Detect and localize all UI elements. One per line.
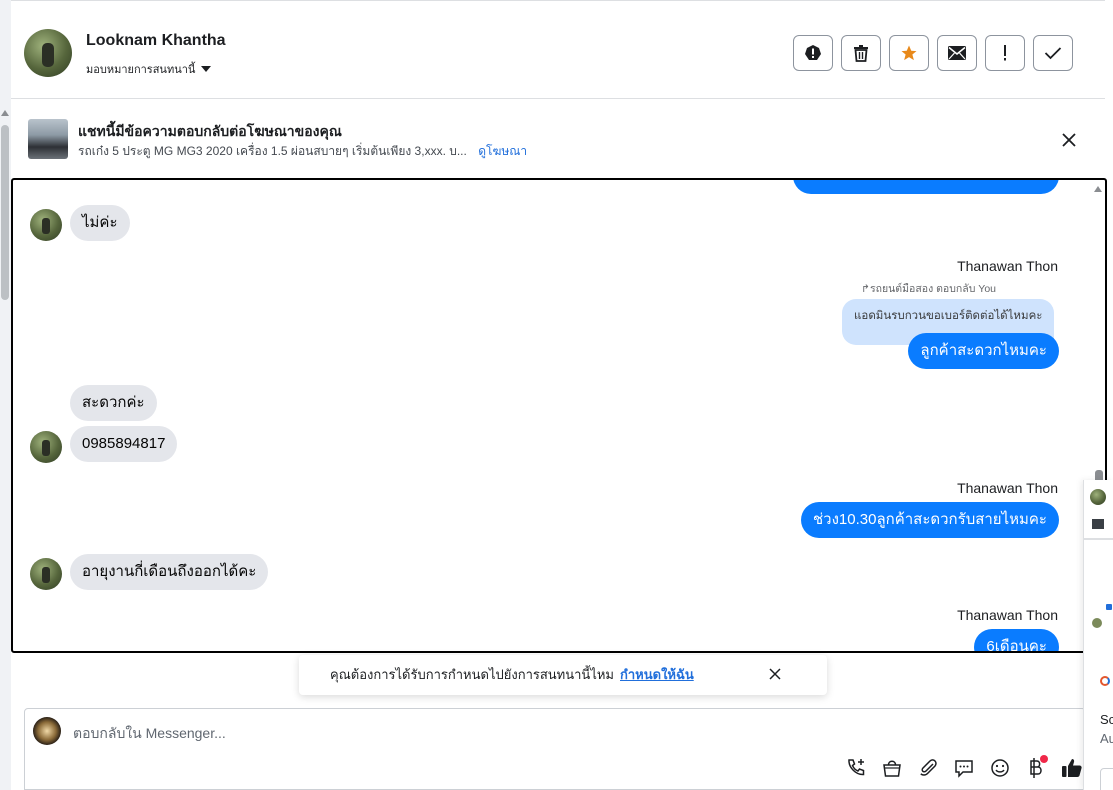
reply-context: ↱รถยนต์มือสอง ตอบกลับ You (861, 280, 996, 297)
message-bubble-outgoing[interactable]: 6เดือนคะ (974, 629, 1059, 651)
contact-avatar-small (30, 209, 62, 241)
payment-button[interactable] (1023, 755, 1049, 781)
message-bubble-incoming[interactable]: 0985894817 (70, 426, 178, 462)
exclamation-icon (1004, 45, 1006, 61)
side-panel-clipped: Sc Au (1083, 480, 1113, 790)
mark-done-button[interactable] (1033, 35, 1073, 71)
paperclip-icon (920, 759, 937, 776)
view-ad-link[interactable]: ดูโฆษณา (478, 144, 527, 158)
attach-button[interactable] (915, 755, 941, 781)
reply-arrow-icon: ↱ (861, 283, 870, 295)
side-panel-avatar[interactable] (1090, 489, 1106, 505)
like-button[interactable] (1059, 755, 1085, 781)
contact-avatar-small (30, 558, 62, 590)
assign-prompt-toast: คุณต้องการได้รับการกำหนดไปยังการสนทนานี้… (299, 655, 827, 695)
emoji-button[interactable] (987, 755, 1013, 781)
close-icon[interactable] (1060, 131, 1078, 149)
message-bubble-incoming[interactable]: ไม่ค่ะ (70, 205, 130, 241)
sender-name: Thanawan Thon (957, 480, 1058, 496)
message-thread[interactable]: ไม่ค่ะ Thanawan Thon ↱รถยนต์มือสอง ตอบกล… (11, 178, 1107, 653)
header-actions (793, 35, 1073, 71)
shopping-bag-icon (883, 760, 901, 777)
ad-thumbnail[interactable] (28, 119, 68, 159)
contact-name[interactable]: Looknam Khantha (86, 32, 226, 50)
scroll-up-arrow-icon[interactable] (1094, 186, 1102, 192)
trash-icon (854, 45, 868, 62)
scroll-up-arrow-icon[interactable] (1, 110, 9, 116)
message-bubble-incoming[interactable]: อายุงานกี่เดือนถึงออกได้คะ (70, 554, 269, 590)
page-avatar (33, 717, 61, 745)
contact-avatar-small (30, 431, 62, 463)
spam-button[interactable] (985, 35, 1025, 71)
emoji-icon (991, 759, 1009, 777)
ad-description: รถเก๋ง 5 ประตู MG MG3 2020 เครื่อง 1.5 ผ… (78, 142, 527, 161)
conversation-header: Looknam Khantha มอบหมายการสนทนานี้ (11, 0, 1105, 99)
composer-toolbar (843, 755, 1085, 781)
reply-input[interactable]: ตอบกลับใน Messenger... (73, 723, 226, 745)
message-bubble-outgoing[interactable]: ลูกค้าสะดวกไหมคะ (908, 333, 1059, 369)
sender-name: Thanawan Thon (957, 258, 1058, 274)
report-icon (805, 45, 821, 60)
side-panel-thumbnail (1092, 519, 1104, 529)
star-icon (901, 45, 917, 61)
assign-label: มอบหมายการสนทนานี้ (86, 64, 196, 76)
message-bubble-outgoing[interactable]: ช่วง10.30ลูกค้าสะดวกรับสายไหมคะ (800, 502, 1059, 538)
mark-unread-button[interactable] (937, 35, 977, 71)
envelope-icon (948, 46, 966, 60)
saved-replies-button[interactable] (951, 755, 977, 781)
message-composer: ตอบกลับใน Messenger... (24, 708, 1086, 790)
assign-prompt-text: คุณต้องการได้รับการกำหนดไปยังการสนทนานี้… (330, 667, 614, 682)
side-panel-divider (1084, 538, 1113, 540)
side-panel-avatar-small (1092, 618, 1102, 628)
shop-button[interactable] (879, 755, 905, 781)
left-scrollbar[interactable] (0, 0, 11, 790)
side-panel-badge-icon (1106, 604, 1112, 610)
side-panel-subtitle: Au (1100, 731, 1113, 746)
call-button[interactable] (843, 755, 869, 781)
reply-context-text: รถยนต์มือสอง ตอบกลับ You (869, 283, 996, 295)
ad-description-text: รถเก๋ง 5 ประตู MG MG3 2020 เครื่อง 1.5 ผ… (78, 144, 467, 158)
assign-conversation-dropdown[interactable]: มอบหมายการสนทนานี้ (86, 60, 212, 78)
message-bubble-incoming[interactable]: สะดวกค่ะ (70, 385, 157, 421)
side-panel-loading-icon (1100, 676, 1110, 686)
report-button[interactable] (793, 35, 833, 71)
sender-name: Thanawan Thon (957, 607, 1058, 623)
ad-banner-title: แชทนี้มีข้อความตอบกลับต่อโฆษณาของคุณ (78, 123, 342, 139)
assign-to-me-link[interactable]: กำหนดให้ฉัน (620, 667, 694, 682)
delete-button[interactable] (841, 35, 881, 71)
star-button[interactable] (889, 35, 929, 71)
scroll-thumb[interactable] (1, 125, 9, 300)
side-panel-input[interactable] (1100, 768, 1113, 790)
ad-reply-banner: แชทนี้มีข้อความตอบกลับต่อโฆษณาของคุณ รถเ… (11, 100, 1105, 178)
assign-prompt: คุณต้องการได้รับการกำหนดไปยังการสนทนานี้… (330, 664, 694, 685)
caret-down-icon (201, 66, 212, 72)
check-icon (1044, 47, 1062, 60)
thumbs-up-icon (1062, 759, 1082, 777)
contact-avatar[interactable] (24, 29, 72, 77)
message-bubble-outgoing-clipped (793, 180, 1059, 194)
messenger-conversation: Looknam Khantha มอบหมายการสนทนานี้ แชทนี… (0, 0, 1113, 790)
chat-bubble-icon (955, 760, 973, 778)
close-icon[interactable] (768, 667, 782, 681)
phone-plus-icon (848, 759, 865, 776)
notification-dot (1040, 755, 1048, 763)
side-panel-title: Sc (1100, 712, 1113, 727)
